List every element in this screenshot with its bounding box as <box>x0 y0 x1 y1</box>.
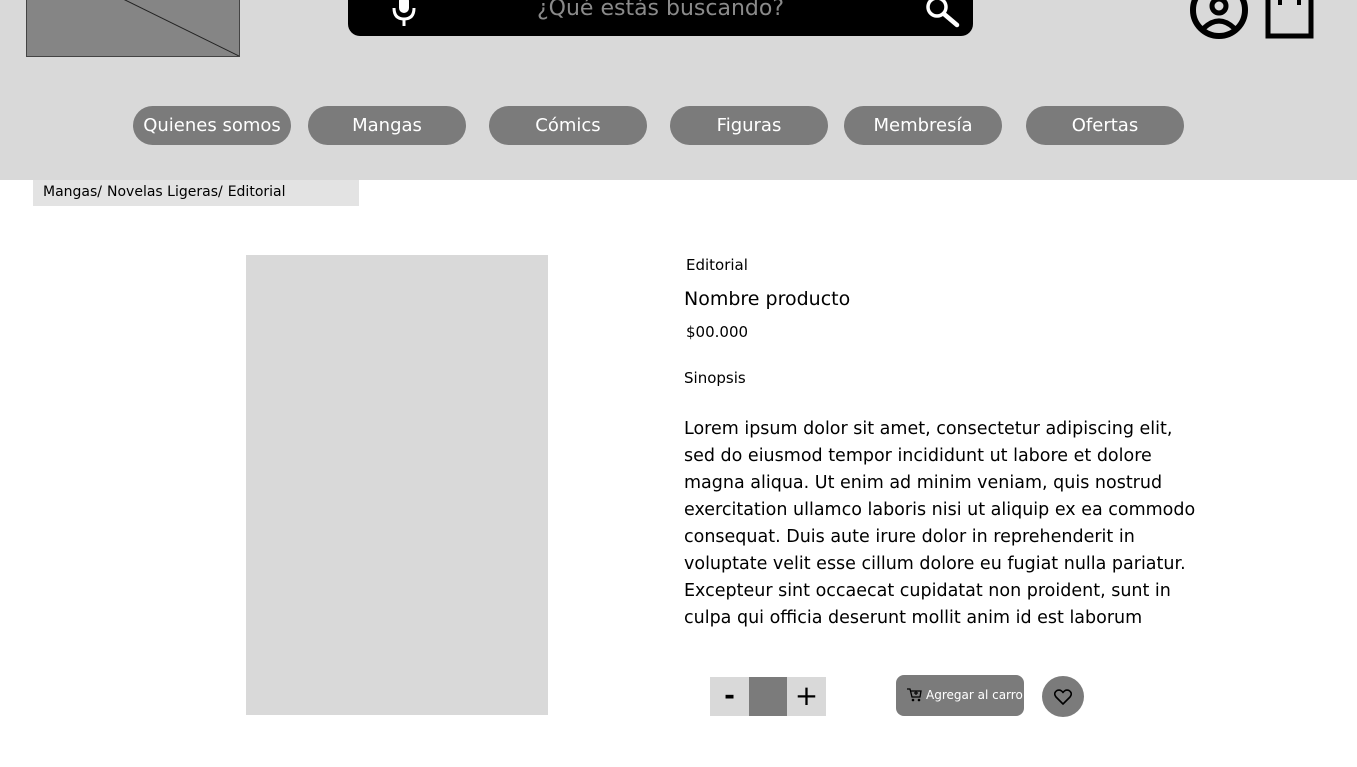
breadcrumb: Mangas/Novelas Ligeras/Editorial <box>33 180 359 206</box>
site-header: ¿Qué estás buscando? Quienes somos Manga… <box>0 0 1357 180</box>
nav-quienes-somos[interactable]: Quienes somos <box>133 106 291 145</box>
decrease-quantity-button[interactable]: - <box>710 677 749 716</box>
add-to-cart-label: Agregar al carro <box>926 688 1023 702</box>
nav-mangas[interactable]: Mangas <box>308 106 466 145</box>
nav-ofertas[interactable]: Ofertas <box>1026 106 1184 145</box>
nav-figuras[interactable]: Figuras <box>670 106 828 145</box>
add-to-cart-button[interactable]: Agregar al carro <box>896 675 1024 716</box>
user-account-icon[interactable] <box>1188 0 1250 40</box>
synopsis-heading: Sinopsis <box>684 369 746 387</box>
product-editorial: Editorial <box>686 256 748 274</box>
increase-quantity-button[interactable]: + <box>787 677 826 716</box>
cart-icon <box>907 688 922 702</box>
logo[interactable] <box>26 0 240 57</box>
nav-comics[interactable]: Cómics <box>489 106 647 145</box>
nav-membresia[interactable]: Membresía <box>844 106 1002 145</box>
logo-placeholder-image <box>123 0 239 56</box>
product-name: Nombre producto <box>684 288 851 310</box>
product-price: $00.000 <box>686 323 749 341</box>
breadcrumb-item-mangas[interactable]: Mangas/ <box>43 184 102 200</box>
breadcrumb-item-editorial[interactable]: Editorial <box>228 184 286 200</box>
quantity-field[interactable] <box>749 677 787 716</box>
shopping-bag-icon[interactable] <box>1264 0 1316 40</box>
heart-icon <box>1054 689 1072 705</box>
favorite-button[interactable] <box>1042 676 1084 717</box>
breadcrumb-item-novelas-ligeras[interactable]: Novelas Ligeras/ <box>107 184 223 200</box>
synopsis-text: Lorem ipsum dolor sit amet, consectetur … <box>684 419 1196 628</box>
search-bar[interactable]: ¿Qué estás buscando? <box>348 0 973 36</box>
magnifier-icon[interactable] <box>924 0 960 28</box>
quantity-stepper: - + <box>710 677 826 716</box>
search-input[interactable]: ¿Qué estás buscando? <box>348 0 973 21</box>
product-image <box>246 255 548 715</box>
